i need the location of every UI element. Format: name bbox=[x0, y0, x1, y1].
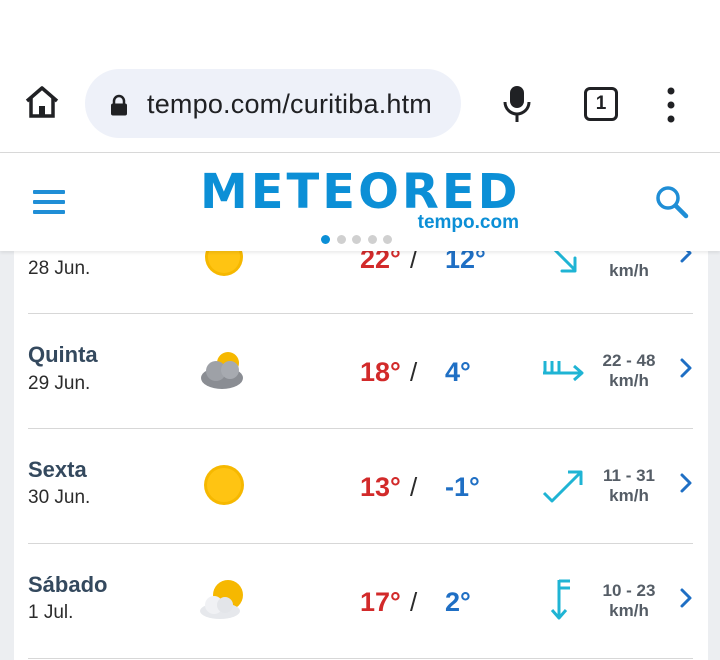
partly-cloudy-icon bbox=[200, 580, 243, 619]
forecast-day: Sábado bbox=[28, 572, 108, 597]
wind-unit: km/h bbox=[609, 486, 649, 505]
site-header: METEORED tempo.com bbox=[0, 153, 720, 251]
forecast-day: Sexta bbox=[28, 457, 87, 482]
search-icon[interactable] bbox=[655, 185, 689, 219]
carousel-dot[interactable] bbox=[383, 235, 392, 244]
max-temperature: 13° bbox=[360, 472, 401, 502]
logo-subtitle: tempo.com bbox=[417, 212, 519, 233]
temperature-separator: / bbox=[410, 251, 418, 274]
wind-speed-range: 11 - 31 bbox=[603, 466, 655, 485]
min-temperature: 12° bbox=[445, 251, 486, 274]
max-temperature: 22° bbox=[360, 251, 401, 274]
forecast-row[interactable]: 28 Jun. 22° / 12° km/h bbox=[14, 251, 708, 314]
wind-unit: km/h bbox=[609, 261, 649, 280]
browser-toolbar: tempo.com/curitiba.htm 1 bbox=[0, 58, 720, 150]
cloudy-sun-icon bbox=[201, 352, 243, 389]
sun-icon bbox=[204, 465, 244, 505]
min-temperature: 2° bbox=[445, 587, 471, 617]
chevron-right-icon[interactable] bbox=[678, 587, 694, 609]
carousel-dot[interactable] bbox=[336, 235, 346, 244]
forecast-date: 30 Jun. bbox=[28, 487, 91, 508]
forecast-date: 28 Jun. bbox=[28, 258, 91, 279]
logo-wordmark: METEORED bbox=[200, 164, 521, 220]
carousel-dot[interactable] bbox=[352, 235, 361, 244]
sun-icon bbox=[205, 251, 243, 276]
temperature-separator: / bbox=[410, 587, 418, 617]
more-options-icon[interactable] bbox=[664, 86, 678, 124]
max-temperature: 18° bbox=[360, 357, 401, 387]
wind-arrow-south-icon bbox=[550, 579, 570, 620]
address-bar[interactable]: tempo.com/curitiba.htm bbox=[85, 69, 461, 138]
microphone-icon[interactable] bbox=[502, 84, 532, 124]
row-divider bbox=[28, 658, 693, 659]
wind-arrow-east-strong-icon bbox=[543, 361, 584, 382]
wind-arrow-northeast-icon bbox=[542, 470, 583, 503]
temperature-separator: / bbox=[410, 357, 418, 387]
forecast-row[interactable]: Sábado 1 Jul. 17° / 2° 10 - 23 km/h bbox=[14, 544, 708, 659]
tab-switcher-button[interactable]: 1 bbox=[584, 87, 618, 121]
url-text[interactable]: tempo.com/curitiba.htm bbox=[147, 89, 432, 120]
wind-unit: km/h bbox=[609, 371, 649, 390]
carousel-dot-active[interactable] bbox=[321, 235, 330, 244]
forecast-date: 29 Jun. bbox=[28, 373, 91, 394]
wind-unit: km/h bbox=[609, 601, 649, 620]
lock-icon bbox=[111, 94, 127, 116]
wind-speed-range: 10 - 23 bbox=[602, 581, 656, 600]
forecast-area: 28 Jun. 22° / 12° km/h Quinta 29 Jun. 18… bbox=[0, 251, 720, 660]
wind-speed-range: 22 - 48 bbox=[602, 351, 656, 370]
carousel-dots bbox=[321, 231, 401, 244]
temperature-separator: / bbox=[410, 472, 418, 502]
forecast-row[interactable]: Quinta 29 Jun. 18° / 4° 22 - 48 km/h bbox=[14, 314, 708, 429]
home-icon[interactable] bbox=[22, 82, 62, 122]
hamburger-menu-icon[interactable] bbox=[33, 190, 65, 214]
forecast-date: 1 Jul. bbox=[28, 602, 74, 623]
forecast-list: 28 Jun. 22° / 12° km/h Quinta 29 Jun. 18… bbox=[14, 251, 708, 660]
min-temperature: 4° bbox=[445, 357, 471, 387]
forecast-row[interactable]: Sexta 30 Jun. 13° / -1° 11 - 31 km/h bbox=[14, 429, 708, 544]
forecast-day: Quinta bbox=[28, 342, 98, 367]
carousel-dot[interactable] bbox=[367, 235, 377, 244]
chevron-right-icon[interactable] bbox=[678, 472, 694, 494]
chevron-right-icon[interactable] bbox=[678, 357, 694, 379]
max-temperature: 17° bbox=[360, 587, 401, 617]
min-temperature: -1° bbox=[445, 472, 480, 502]
status-bar-area bbox=[0, 0, 720, 58]
wind-arrow-southeast-icon bbox=[553, 251, 577, 273]
chevron-right-icon[interactable] bbox=[678, 251, 694, 264]
